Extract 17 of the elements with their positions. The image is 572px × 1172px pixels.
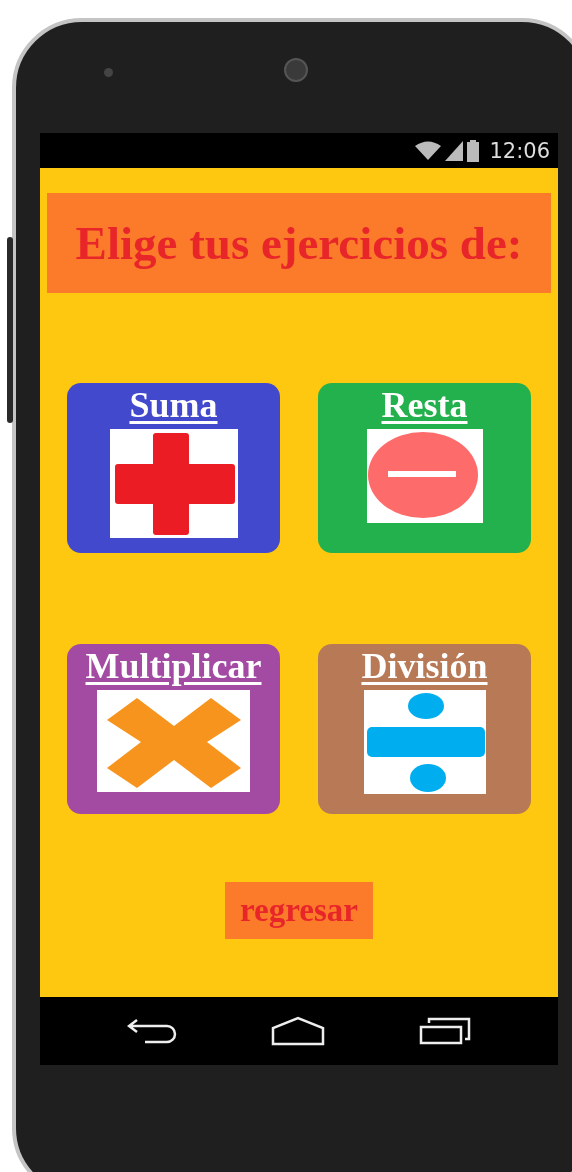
operation-button[interactable]: Suma bbox=[67, 383, 280, 553]
signal-icon bbox=[445, 140, 464, 161]
back-icon[interactable] bbox=[127, 1018, 177, 1044]
home-icon[interactable] bbox=[271, 1016, 325, 1046]
operation-button[interactable]: Multiplicar bbox=[67, 644, 280, 814]
operation-button[interactable]: División bbox=[318, 644, 531, 814]
clock-time: 12:06 bbox=[489, 138, 550, 163]
battery-icon bbox=[467, 139, 480, 162]
recent-apps-icon[interactable] bbox=[419, 1017, 471, 1045]
sensor-dot bbox=[104, 68, 113, 77]
wifi-icon bbox=[415, 140, 442, 161]
operation-button[interactable]: Resta bbox=[318, 383, 531, 553]
multiply-icon bbox=[97, 689, 250, 792]
plus-icon bbox=[109, 428, 238, 538]
page-title: Elige tus ejercicios de: bbox=[47, 193, 551, 293]
minus-icon bbox=[366, 428, 483, 523]
divide-icon bbox=[363, 689, 486, 794]
